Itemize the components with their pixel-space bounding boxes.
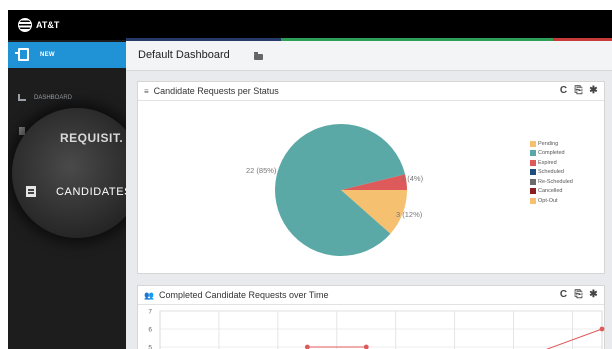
sidebar-item-candidates[interactable]: CANDIDATES (56, 186, 132, 198)
legend-item[interactable]: Opt-Out (530, 196, 573, 206)
settings-icon[interactable]: ✱ (589, 289, 598, 301)
legend-item[interactable]: Pending (530, 139, 573, 149)
completed-panel-tools: C ⎘ ✱ (559, 289, 598, 301)
completed-line-chart: 7 6 5 (138, 305, 606, 349)
data-point[interactable] (363, 344, 369, 349)
page-title: Default Dashboard (138, 49, 230, 61)
sidebar-item-new-label: NEW (40, 52, 55, 58)
y-tick-label: 7 (148, 309, 152, 316)
legend-label: Opt-Out (538, 197, 558, 204)
data-point[interactable] (599, 326, 605, 332)
dashboard-header: Default Dashboard (126, 41, 612, 71)
sidebar-item-dashboard-label: DASHBOARD (34, 94, 73, 101)
brand-name: AT&T (36, 20, 60, 30)
app-window: AT&T NEW DASHBOARD REQUISIT. CANDIDATES … (8, 10, 612, 349)
legend-swatch (530, 159, 536, 166)
top-bar: AT&T (8, 10, 612, 41)
legend-item[interactable]: Completed (530, 149, 573, 159)
folder-icon[interactable] (254, 52, 263, 60)
refresh-icon[interactable]: C (559, 85, 568, 97)
sidebar-item-new[interactable]: NEW (8, 42, 126, 68)
completed-panel-header: 👥 Completed Candidate Requests over Time… (138, 286, 604, 305)
status-panel: ≡ Candidate Requests per Status C ⎘ ✱ 22… (137, 81, 605, 274)
pie-data-label: 22 (85%) (246, 166, 277, 175)
y-tick-label: 6 (148, 327, 152, 334)
legend-item[interactable]: Re-Scheduled (530, 177, 573, 187)
status-pie-chart: 22 (85%) 1 (4%) 3 (12%) Pending Completed Ex… (138, 101, 606, 274)
legend-label: Scheduled (538, 169, 564, 176)
status-panel-header: ≡ Candidate Requests per Status C ⎘ ✱ (138, 82, 604, 101)
list-chart-icon: ≡ (144, 86, 149, 96)
bar-chart-icon (18, 94, 26, 101)
people-icon: 👥 (144, 290, 154, 300)
new-document-icon (15, 48, 29, 61)
legend-swatch (530, 197, 536, 204)
sidebar-item-requisitions[interactable]: REQUISIT. (60, 131, 123, 145)
legend-swatch (530, 140, 536, 147)
magnifier-lens: REQUISIT. CANDIDATES (12, 108, 142, 238)
copy-icon[interactable]: ⎘ (574, 85, 583, 97)
line-svg: 7 6 5 (148, 309, 605, 349)
pie-legend: Pending Completed Expired Scheduled Re-Sched… (530, 139, 573, 206)
legend-swatch (530, 150, 536, 157)
status-panel-tools: C ⎘ ✱ (559, 85, 598, 97)
data-point[interactable] (304, 344, 310, 349)
pie-data-label: 1 (4%) (401, 174, 424, 183)
copy-icon[interactable]: ⎘ (574, 289, 583, 301)
legend-item[interactable]: Expired (530, 158, 573, 168)
brand-logo[interactable]: AT&T (18, 18, 59, 32)
legend-label: Re-Scheduled (538, 178, 573, 185)
completed-panel-title: Completed Candidate Requests over Time (158, 290, 329, 300)
legend-label: Pending (538, 140, 559, 147)
legend-label: Completed (538, 150, 565, 157)
plot-area (159, 310, 603, 349)
legend-item[interactable]: Scheduled (530, 168, 573, 178)
completed-panel: 👥 Completed Candidate Requests over Time… (137, 285, 605, 349)
pie-data-label: 3 (12%) (396, 210, 423, 219)
globe-icon (18, 18, 32, 32)
legend-label: Expired (538, 159, 557, 166)
sidebar-item-dashboard[interactable]: DASHBOARD (18, 94, 72, 101)
main-content: Default Dashboard ≡ Candidate Requests p… (126, 41, 612, 349)
legend-swatch (530, 188, 536, 195)
sidebar: NEW DASHBOARD REQUISIT. CANDIDATES (8, 40, 142, 349)
legend-swatch (530, 169, 536, 176)
legend-label: Cancelled (538, 188, 563, 195)
status-panel-title: Candidate Requests per Status (153, 86, 279, 96)
legend-item[interactable]: Cancelled (530, 187, 573, 197)
settings-icon[interactable]: ✱ (589, 85, 598, 97)
refresh-icon[interactable]: C (559, 289, 568, 301)
candidates-icon (26, 186, 36, 197)
legend-swatch (530, 178, 536, 185)
y-tick-label: 5 (148, 345, 152, 349)
